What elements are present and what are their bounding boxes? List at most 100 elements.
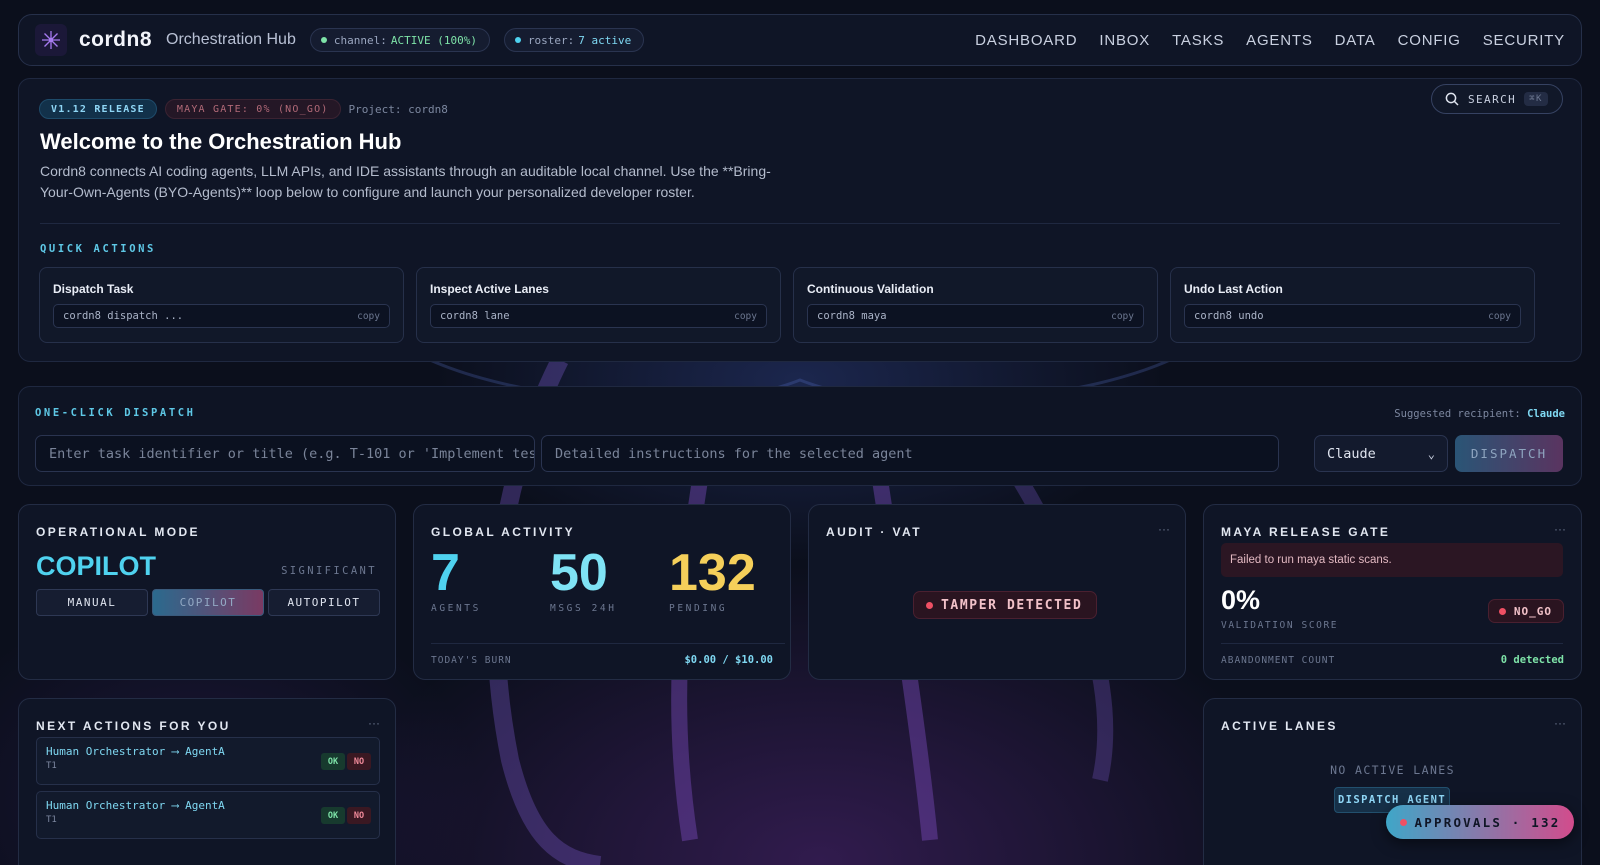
main-nav: DASHBOARD INBOX TASKS AGENTS DATA CONFIG… [975,32,1565,49]
channel-label: channel: [333,33,387,47]
nav-agents[interactable]: AGENTS [1246,32,1312,49]
nav-dashboard[interactable]: DASHBOARD [975,32,1077,49]
abandonment-label: ABANDONMENT COUNT [1221,655,1336,666]
more-options-icon[interactable]: ··· [368,716,380,730]
global-activity-card: GLOBAL ACTIVITY 7 AGENTS 50 MSGS 24H 132… [413,504,791,680]
channel-status-pill: channel: ACTIVE (100%) [309,28,490,52]
copy-button[interactable]: copy [1488,311,1511,322]
search-shortcut: ⌘K [1524,92,1548,106]
operational-mode-card: OPERATIONAL MODE COPILOT SIGNIFICANT MAN… [18,504,396,680]
nav-data[interactable]: DATA [1335,32,1376,49]
app-subtitle: Orchestration Hub [166,31,296,48]
list-item: Human Orchestrator ⟶ AgentA T1 OK NO [36,791,380,839]
command-text: cordn8 lane [440,310,510,322]
approve-button[interactable]: OK [321,753,345,770]
stat-value: 132 [669,544,756,602]
approvals-label: APPROVALS · 132 [1414,814,1561,830]
quick-action-command[interactable]: cordn8 undo copy [1184,304,1521,328]
maya-release-gate-card: MAYA RELEASE GATE ··· Failed to run maya… [1203,504,1582,680]
quick-action-title: Inspect Active Lanes [430,282,549,296]
nav-security[interactable]: SECURITY [1483,32,1565,49]
agent-select[interactable]: Claude ⌄ [1314,435,1448,472]
roster-status-pill: roster: 7 active [503,28,645,52]
abandonment-value: 0 detected [1500,654,1564,666]
search-icon [1445,92,1459,106]
audit-vat-card: AUDIT · VAT ··· TAMPER DETECTED [808,504,1186,680]
stat-value: 50 [550,544,608,602]
divider [431,643,785,644]
alert-dot-icon [926,601,933,609]
divider [40,223,1560,224]
welcome-description: Cordn8 connects AI coding agents, LLM AP… [40,163,771,200]
search-label: SEARCH [1468,92,1517,106]
alert-dot-icon [1498,607,1506,615]
more-options-icon[interactable]: ··· [1554,522,1566,536]
instructions-input[interactable]: Detailed instructions for the selected a… [541,435,1279,472]
quick-action-command[interactable]: cordn8 lane copy [430,304,767,328]
welcome-panel: V1.12 RELEASE MAYA GATE: 0% (NO_GO) Proj… [18,78,1582,362]
approve-button[interactable]: OK [321,807,345,824]
page-title: Welcome to the Orchestration Hub [40,129,402,154]
task-input[interactable]: Enter task identifier or title (e.g. T-1… [35,435,535,472]
quick-actions-label: QUICK ACTIONS [40,243,156,255]
maya-error-message: Failed to run maya static scans. [1221,543,1563,577]
quick-action-command[interactable]: cordn8 maya copy [807,304,1144,328]
approvals-button[interactable]: APPROVALS · 132 [1386,805,1574,839]
stat-label: AGENTS [431,603,481,614]
roster-value: 7 active [578,33,632,47]
one-click-dispatch-panel: ONE-CLICK DISPATCH Suggested recipient: … [18,386,1582,486]
copy-button[interactable]: copy [357,311,380,322]
card-title: MAYA RELEASE GATE [1221,525,1391,539]
alert-dot-icon [1399,818,1407,826]
stat-label: MSGS 24H [550,603,617,614]
nav-inbox[interactable]: INBOX [1099,32,1150,49]
stat-pending: 132 PENDING [669,545,756,614]
quick-action-continuous-validation: Continuous Validation cordn8 maya copy [793,267,1158,343]
tamper-status-text: TAMPER DETECTED [941,597,1083,613]
command-text: cordn8 undo [1194,310,1264,322]
reject-button[interactable]: NO [347,807,371,824]
suggested-value: Claude [1527,408,1565,420]
top-navigation-bar: cordn8 Orchestration Hub channel: ACTIVE… [18,14,1582,66]
card-title: AUDIT · VAT [826,525,922,539]
validation-score-label: VALIDATION SCORE [1221,620,1339,631]
suggested-recipient: Suggested recipient: Claude [1394,408,1565,420]
copy-button[interactable]: copy [1111,311,1134,322]
cordn8-logo-icon[interactable] [35,24,67,56]
mode-autopilot-button[interactable]: AUTOPILOT [268,589,380,616]
nav-tasks[interactable]: TASKS [1172,32,1224,49]
quick-action-undo: Undo Last Action cordn8 undo copy [1170,267,1535,343]
mode-copilot-button[interactable]: COPILOT [152,589,264,616]
mode-toggle-group: MANUAL COPILOT AUTOPILOT [36,589,380,616]
reject-button[interactable]: NO [347,753,371,770]
quick-action-dispatch-task: Dispatch Task cordn8 dispatch ... copy [39,267,404,343]
status-dot-icon [320,37,327,43]
tamper-status-badge: TAMPER DETECTED [913,591,1098,619]
mode-manual-button[interactable]: MANUAL [36,589,148,616]
search-button[interactable]: SEARCH ⌘K [1431,84,1563,114]
brand-name[interactable]: cordn8 [79,28,152,52]
maya-gate-badge: MAYA GATE: 0% (NO_GO) [164,99,341,119]
quick-actions-row: Dispatch Task cordn8 dispatch ... copy I… [39,267,1535,343]
agent-select-value: Claude [1327,445,1376,462]
burn-value: $0.00 / $10.00 [684,654,773,666]
quick-action-title: Undo Last Action [1184,282,1283,296]
project-label: Project: cordn8 [348,102,448,116]
burn-label: TODAY'S BURN [431,655,512,666]
copy-button[interactable]: copy [734,311,757,322]
quick-action-command[interactable]: cordn8 dispatch ... copy [53,304,390,328]
more-options-icon[interactable]: ··· [1158,522,1170,536]
dispatch-label: ONE-CLICK DISPATCH [35,407,196,419]
mode-value: COPILOT [36,551,156,581]
more-options-icon[interactable]: ··· [1554,716,1566,730]
dispatch-button[interactable]: DISPATCH [1455,435,1563,472]
stat-messages: 50 MSGS 24H [550,545,617,614]
card-title: OPERATIONAL MODE [36,525,200,539]
quick-action-title: Continuous Validation [807,282,934,296]
release-badge: V1.12 RELEASE [39,99,157,119]
stat-label: PENDING [669,603,728,614]
gate-status-badge: NO_GO [1487,599,1564,623]
list-item: Human Orchestrator ⟶ AgentA T1 OK NO [36,737,380,785]
nav-config[interactable]: CONFIG [1398,32,1461,49]
empty-state-text: NO ACTIVE LANES [1330,763,1455,777]
